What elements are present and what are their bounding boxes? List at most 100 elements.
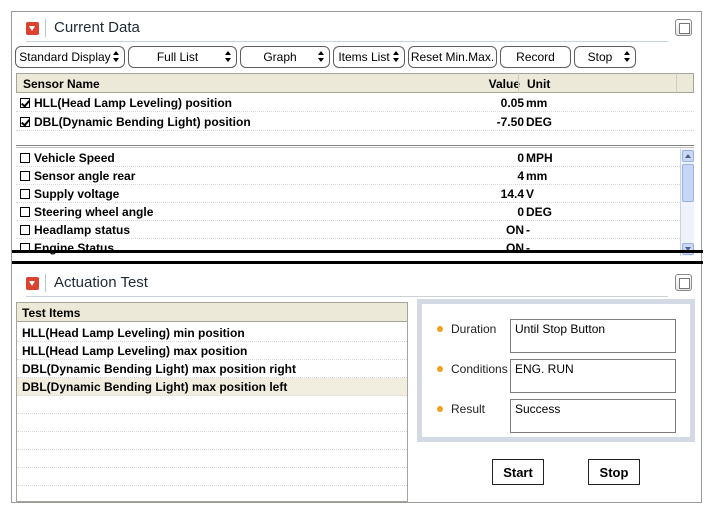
- select-arrows-icon: [624, 51, 630, 63]
- sensor-value: 4: [517, 169, 524, 183]
- maximize-icon[interactable]: [675, 274, 692, 291]
- standard-display-select[interactable]: Standard Display: [15, 46, 125, 68]
- list-item-empty: [17, 432, 407, 450]
- test-items-header-label: Test Items: [22, 306, 81, 320]
- row-checkbox[interactable]: [20, 189, 30, 199]
- maximize-icon[interactable]: [675, 19, 692, 36]
- table-row: Supply voltage 14.4 V: [16, 185, 680, 203]
- stop-button[interactable]: Stop: [588, 459, 640, 485]
- scroll-up-icon[interactable]: [682, 150, 694, 162]
- row-checkbox[interactable]: [20, 98, 30, 108]
- row-checkbox[interactable]: [20, 225, 30, 235]
- table-row: Steering wheel angle 0 DEG: [16, 203, 680, 221]
- list-item-empty: [17, 414, 407, 432]
- sensor-value: 0.05: [500, 96, 524, 110]
- test-items-header: Test Items: [17, 303, 407, 322]
- start-button[interactable]: Start: [492, 459, 544, 485]
- fixed-rows-divider: [16, 145, 694, 148]
- main-window: Current Data Standard Display Full List …: [11, 11, 703, 503]
- sensor-unit: V: [526, 187, 535, 201]
- actuation-test-header: Actuation Test: [12, 267, 701, 297]
- sensor-name: Headlamp status: [34, 223, 131, 237]
- actuation-test-title: Actuation Test: [54, 274, 148, 291]
- duration-row: Duration Until Stop Button: [422, 319, 690, 353]
- reset-min-max-label: Reset Min.Max.: [410, 50, 495, 64]
- header-underline: [26, 296, 668, 297]
- collapse-icon[interactable]: [26, 22, 39, 35]
- sensor-unit: DEG: [526, 205, 553, 219]
- result-label: Result: [451, 402, 486, 416]
- sensor-name: Supply voltage: [34, 187, 120, 201]
- table-row: Engine Status ON -: [16, 239, 680, 256]
- panel-splitter-top[interactable]: [12, 250, 703, 253]
- bullet-icon: [437, 366, 443, 372]
- select-arrows-icon: [393, 51, 399, 63]
- scroll-thumb[interactable]: [682, 164, 694, 202]
- sensor-name: Vehicle Speed: [34, 151, 115, 165]
- sensor-table-header: Sensor Name Value Unit: [16, 73, 694, 93]
- select-arrows-icon: [318, 51, 324, 63]
- scroll-down-icon[interactable]: [682, 243, 694, 255]
- row-checkbox[interactable]: [20, 171, 30, 181]
- graph-select[interactable]: Graph: [240, 46, 330, 68]
- sensor-name: Steering wheel angle: [34, 205, 154, 219]
- panel-splitter-bottom[interactable]: [12, 261, 703, 264]
- conditions-row: Conditions ENG. RUN: [422, 359, 690, 393]
- test-info-panel: Duration Until Stop Button Conditions EN…: [417, 299, 695, 442]
- sensor-unit: mm: [526, 169, 548, 183]
- test-items-list: Test Items HLL(Head Lamp Leveling) min p…: [16, 302, 408, 502]
- sensor-value: 0: [517, 205, 524, 219]
- header-separator: [45, 19, 46, 37]
- collapse-icon[interactable]: [26, 277, 39, 290]
- record-button[interactable]: Record: [500, 46, 571, 68]
- sensor-name: DBL(Dynamic Bending Light) position: [34, 115, 251, 129]
- current-data-header: Current Data: [12, 12, 701, 42]
- select-arrows-icon: [113, 51, 119, 63]
- list-item[interactable]: HLL(Head Lamp Leveling) max position: [17, 342, 407, 360]
- result-row: Result Success: [422, 399, 690, 433]
- fixed-sensor-rows: HLL(Head Lamp Leveling) position 0.05 mm…: [16, 94, 694, 146]
- list-item-selected[interactable]: DBL(Dynamic Bending Light) max position …: [17, 378, 407, 396]
- stop-select[interactable]: Stop: [574, 46, 636, 68]
- stop-label: Stop: [587, 50, 613, 64]
- list-item-empty: [17, 450, 407, 468]
- result-field: Success: [510, 399, 676, 433]
- graph-label: Graph: [263, 50, 297, 64]
- full-list-select[interactable]: Full List: [128, 46, 237, 68]
- header-separator: [45, 274, 46, 292]
- row-checkbox[interactable]: [20, 153, 30, 163]
- column-divider: [676, 73, 677, 93]
- sensor-value: 14.4: [500, 187, 524, 201]
- list-item[interactable]: HLL(Head Lamp Leveling) min position: [17, 324, 407, 342]
- col-unit: Unit: [527, 77, 551, 91]
- test-item-label: DBL(Dynamic Bending Light) max position …: [22, 362, 296, 376]
- list-item[interactable]: DBL(Dynamic Bending Light) max position …: [17, 360, 407, 378]
- sensor-name: Sensor angle rear: [34, 169, 136, 183]
- table-row: Sensor angle rear 4 mm: [16, 167, 680, 185]
- vertical-scrollbar[interactable]: [680, 149, 694, 256]
- table-row: Vehicle Speed 0 MPH: [16, 149, 680, 167]
- sensor-unit: mm: [526, 96, 548, 110]
- test-item-label: DBL(Dynamic Bending Light) max position …: [22, 380, 288, 394]
- table-row: DBL(Dynamic Bending Light) position -7.5…: [16, 113, 694, 131]
- items-list-select[interactable]: Items List: [333, 46, 405, 68]
- full-list-label: Full List: [156, 50, 199, 64]
- items-list-label: Items List: [338, 50, 390, 64]
- reset-min-max-button[interactable]: Reset Min.Max.: [408, 46, 497, 68]
- record-label: Record: [516, 50, 555, 64]
- row-checkbox[interactable]: [20, 117, 30, 127]
- standard-display-label: Standard Display: [19, 50, 111, 64]
- row-checkbox[interactable]: [20, 207, 30, 217]
- test-item-label: HLL(Head Lamp Leveling) min position: [22, 326, 245, 340]
- list-item-empty: [17, 468, 407, 486]
- select-arrows-icon: [225, 51, 231, 63]
- sensor-unit: MPH: [526, 151, 553, 165]
- bullet-icon: [437, 326, 443, 332]
- sensor-list: Vehicle Speed 0 MPH Sensor angle rear 4 …: [16, 149, 680, 256]
- sensor-value: 0: [517, 151, 524, 165]
- current-data-title: Current Data: [54, 19, 140, 36]
- column-divider: [518, 73, 519, 93]
- table-row: Headlamp status ON -: [16, 221, 680, 239]
- bullet-icon: [437, 406, 443, 412]
- duration-field: Until Stop Button: [510, 319, 676, 353]
